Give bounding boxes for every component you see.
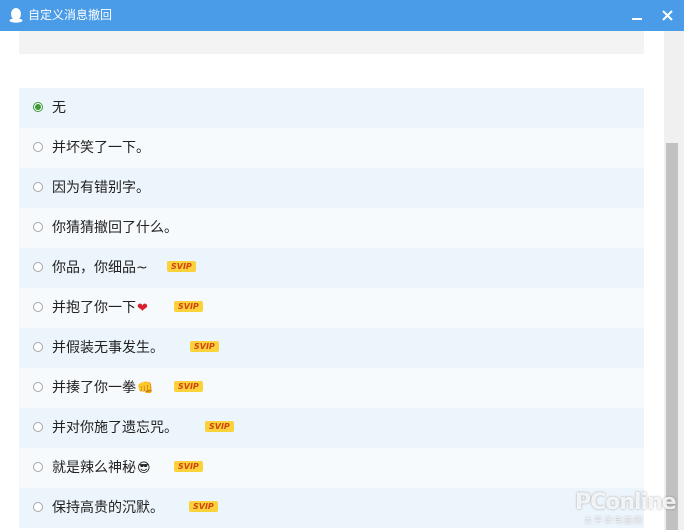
option-label: 你品，你细品~ xyxy=(52,259,148,277)
option-label: 并抱了你一下❤ xyxy=(52,299,148,318)
option-row[interactable]: 你品，你细品~ SVIP xyxy=(19,248,644,288)
option-row[interactable]: 并坏笑了一下。 xyxy=(19,128,644,168)
minimize-icon xyxy=(632,17,642,20)
option-emoji: ❤ xyxy=(137,301,148,316)
options-panel: 无并坏笑了一下。 因为有错别字。 你猜猜撤回了什么。 你品，你细品~ SVIP 并抱了你一… xyxy=(0,31,664,530)
svip-badge: SVIP xyxy=(174,301,203,312)
title-bar: 自定义消息撤回 xyxy=(0,0,684,31)
option-label: 并对你施了遗忘咒。 xyxy=(52,419,178,437)
option-emoji: 👊 xyxy=(137,381,154,396)
option-row[interactable]: 并揍了你一拳👊 SVIP xyxy=(19,368,644,408)
svip-badge: SVIP xyxy=(174,461,203,472)
option-radio[interactable] xyxy=(33,302,43,312)
close-icon xyxy=(661,10,673,21)
svip-badge: SVIP xyxy=(190,341,219,352)
option-radio[interactable] xyxy=(33,342,43,352)
close-button[interactable] xyxy=(652,0,682,31)
option-row[interactable]: 并抱了你一下❤ SVIP xyxy=(19,288,644,328)
option-emoji: 😎 xyxy=(137,461,151,476)
minimize-button[interactable] xyxy=(622,0,652,31)
option-label: 并揍了你一拳👊 xyxy=(52,379,153,398)
option-row[interactable]: 就是辣么神秘😎 SVIP xyxy=(19,448,644,488)
option-row[interactable]: 你猜猜撤回了什么。 xyxy=(19,208,644,248)
option-row[interactable]: 无 xyxy=(19,88,644,128)
option-text: 并抱了你一下 xyxy=(52,300,136,316)
option-row[interactable]: 保持高贵的沉默。 SVIP xyxy=(19,488,644,528)
previous-section-band xyxy=(19,31,644,54)
svip-badge: SVIP xyxy=(205,421,234,432)
option-text: 因为有错别字。 xyxy=(52,180,150,196)
qq-penguin-icon xyxy=(9,8,23,23)
option-row[interactable]: 并对你施了遗忘咒。 SVIP xyxy=(19,408,644,448)
option-label: 保持高贵的沉默。 xyxy=(52,499,164,517)
option-label: 并假装无事发生。 xyxy=(52,339,164,357)
option-radio[interactable] xyxy=(33,382,43,392)
option-text: 你猜猜撤回了什么。 xyxy=(52,220,178,236)
option-label: 因为有错别字。 xyxy=(52,179,150,197)
option-label: 并坏笑了一下。 xyxy=(52,139,150,157)
option-radio[interactable] xyxy=(33,502,43,512)
option-radio[interactable] xyxy=(33,422,43,432)
option-row[interactable]: 并假装无事发生。 SVIP xyxy=(19,328,644,368)
watermark-brand: PConline xyxy=(575,490,677,515)
option-text: 你品，你细品~ xyxy=(52,260,148,276)
option-text: 无 xyxy=(52,100,66,116)
window-title: 自定义消息撤回 xyxy=(28,8,113,22)
option-text: 就是辣么神秘 xyxy=(52,460,136,476)
option-text: 并对你施了遗忘咒。 xyxy=(52,420,178,436)
scrollbar-thumb[interactable] xyxy=(666,143,678,530)
option-text: 并假装无事发生。 xyxy=(52,340,164,356)
watermark-subtitle: 太平洋电脑网 xyxy=(584,516,644,525)
vertical-scrollbar[interactable] xyxy=(664,31,684,530)
option-label: 无 xyxy=(52,99,66,117)
recall-message-option-list: 无并坏笑了一下。 因为有错别字。 你猜猜撤回了什么。 你品，你细品~ SVIP 并抱了你一… xyxy=(19,88,644,528)
option-radio[interactable] xyxy=(33,262,43,272)
option-radio[interactable] xyxy=(33,142,43,152)
option-radio[interactable] xyxy=(33,102,43,112)
option-radio[interactable] xyxy=(33,222,43,232)
option-label: 就是辣么神秘😎 xyxy=(52,459,151,478)
option-radio[interactable] xyxy=(33,182,43,192)
option-text: 并坏笑了一下。 xyxy=(52,140,150,156)
svip-badge: SVIP xyxy=(189,501,218,512)
option-label: 你猜猜撤回了什么。 xyxy=(52,219,178,237)
option-text: 并揍了你一拳 xyxy=(52,380,136,396)
option-text: 保持高贵的沉默。 xyxy=(52,500,164,516)
svip-badge: SVIP xyxy=(174,381,203,392)
option-row[interactable]: 因为有错别字。 xyxy=(19,168,644,208)
svip-badge: SVIP xyxy=(167,261,196,272)
option-radio[interactable] xyxy=(33,462,43,472)
